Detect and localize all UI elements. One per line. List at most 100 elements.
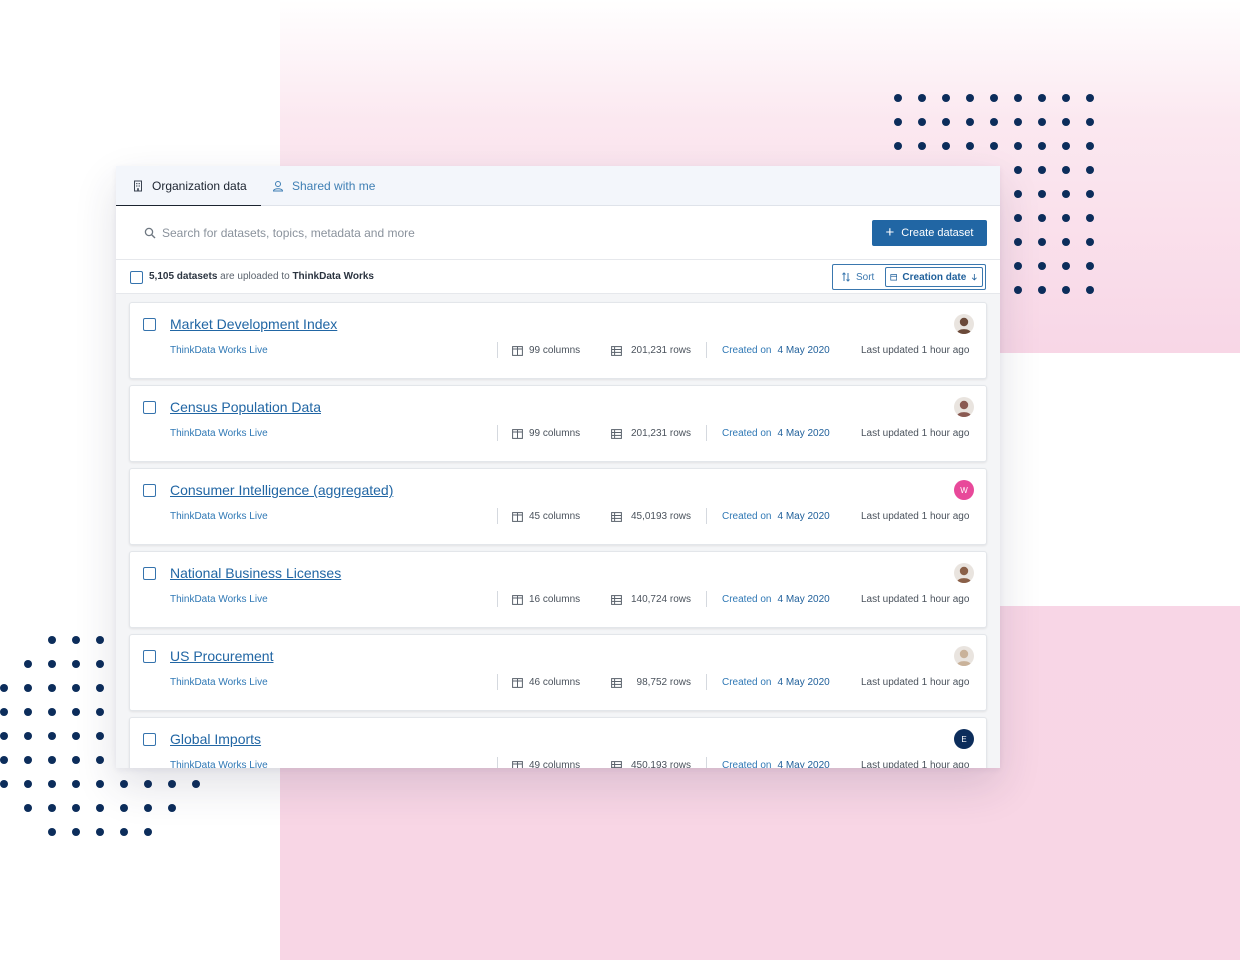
dot — [1062, 214, 1070, 222]
dot — [24, 660, 32, 668]
dataset-title-link[interactable]: Consumer Intelligence (aggregated) — [170, 482, 393, 498]
dot — [48, 756, 56, 764]
dot — [1062, 262, 1070, 270]
dot — [24, 804, 32, 812]
dataset-title-link[interactable]: Global Imports — [170, 731, 261, 747]
created-date: Created on 4 May 2020 — [722, 594, 830, 605]
dataset-title-link[interactable]: US Procurement — [170, 648, 273, 664]
sort-field-dropdown[interactable]: Creation date — [885, 267, 983, 287]
dataset-source-link[interactable]: ThinkData Works Live — [170, 594, 268, 605]
dot — [72, 804, 80, 812]
sort-label: Sort — [856, 271, 875, 283]
divider — [706, 425, 707, 441]
dataset-source-link[interactable]: ThinkData Works Live — [170, 677, 268, 688]
dot — [96, 708, 104, 716]
rows-count: 45,0193 rows — [611, 511, 691, 522]
created-label: Created on — [722, 760, 772, 768]
create-dataset-button[interactable]: + Create dataset — [872, 220, 987, 246]
dataset-title-link[interactable]: National Business Licenses — [170, 565, 341, 581]
dot — [918, 142, 926, 150]
dataset-card[interactable]: Census Population Data ThinkData Works L… — [129, 385, 987, 462]
dot — [1086, 118, 1094, 126]
dot — [918, 118, 926, 126]
rows-icon — [611, 511, 622, 522]
dot — [990, 142, 998, 150]
dataset-checkbox[interactable] — [143, 650, 156, 663]
dot — [168, 780, 176, 788]
dot — [1062, 118, 1070, 126]
dot — [0, 756, 8, 764]
dataset-source-link[interactable]: ThinkData Works Live — [170, 760, 268, 768]
dot — [1086, 166, 1094, 174]
dot — [72, 780, 80, 788]
dot — [144, 828, 152, 836]
avatar[interactable] — [954, 646, 974, 666]
dot — [1038, 286, 1046, 294]
dot — [96, 732, 104, 740]
created-label: Created on — [722, 345, 772, 356]
dataset-source-link[interactable]: ThinkData Works Live — [170, 345, 268, 356]
divider — [706, 757, 707, 768]
dataset-checkbox[interactable] — [143, 567, 156, 580]
tab-shared-with-me[interactable]: Shared with me — [272, 166, 375, 206]
dot — [990, 118, 998, 126]
dot — [24, 756, 32, 764]
user-icon — [272, 181, 284, 192]
columns-icon — [512, 345, 523, 356]
select-all-checkbox[interactable] — [130, 271, 143, 284]
dataset-checkbox[interactable] — [143, 318, 156, 331]
rows-count: 450,193 rows — [611, 760, 691, 768]
dot — [1038, 214, 1046, 222]
dataset-card[interactable]: Market Development Index ThinkData Works… — [129, 302, 987, 379]
dataset-card[interactable]: Global Imports ThinkData Works Live 49 c… — [129, 717, 987, 768]
columns-count: 99 columns — [512, 345, 580, 356]
dataset-source-link[interactable]: ThinkData Works Live — [170, 511, 268, 522]
dot — [1062, 190, 1070, 198]
search-input[interactable] — [162, 222, 762, 244]
dot — [894, 142, 902, 150]
avatar[interactable] — [954, 563, 974, 583]
dot — [144, 780, 152, 788]
created-date: Created on 4 May 2020 — [722, 760, 830, 768]
dataset-title-link[interactable]: Census Population Data — [170, 399, 321, 415]
dot — [1038, 238, 1046, 246]
dataset-title-link[interactable]: Market Development Index — [170, 316, 337, 332]
search-bar: + Create dataset — [116, 206, 1000, 260]
dot — [1086, 286, 1094, 294]
sort-button[interactable]: Sort — [833, 272, 885, 283]
rows-text: 201,231 rows — [630, 428, 691, 439]
last-updated-text: Last updated 1 hour ago — [861, 594, 970, 605]
dot — [120, 780, 128, 788]
dot — [48, 684, 56, 692]
dot — [1086, 142, 1094, 150]
avatar[interactable] — [954, 314, 974, 334]
dataset-card[interactable]: National Business Licenses ThinkData Wor… — [129, 551, 987, 628]
sort-control: Sort Creation date — [832, 264, 986, 290]
dataset-card[interactable]: Consumer Intelligence (aggregated) Think… — [129, 468, 987, 545]
avatar[interactable]: W — [954, 480, 974, 500]
dot — [72, 732, 80, 740]
dot — [48, 780, 56, 788]
created-date-value: 4 May 2020 — [777, 760, 830, 768]
created-date-value: 4 May 2020 — [777, 594, 830, 605]
dot — [1014, 214, 1022, 222]
columns-icon — [512, 760, 523, 768]
avatar[interactable]: E — [954, 729, 974, 749]
dataset-checkbox[interactable] — [143, 733, 156, 746]
tab-organization-data[interactable]: Organization data — [116, 166, 261, 207]
last-updated: Last updated 1 hour ago — [861, 428, 969, 439]
dot — [966, 94, 974, 102]
columns-count: 16 columns — [512, 594, 580, 605]
organization-name: ThinkData Works — [292, 271, 374, 282]
dot — [72, 828, 80, 836]
dataset-card[interactable]: US Procurement ThinkData Works Live 46 c… — [129, 634, 987, 711]
avatar[interactable] — [954, 397, 974, 417]
user-photo-icon — [956, 566, 972, 583]
dataset-source-link[interactable]: ThinkData Works Live — [170, 428, 268, 439]
dot — [24, 780, 32, 788]
dataset-count-text: 5,105 datasets are uploaded to ThinkData… — [149, 271, 374, 282]
dot — [942, 94, 950, 102]
dataset-checkbox[interactable] — [143, 401, 156, 414]
dataset-checkbox[interactable] — [143, 484, 156, 497]
dot — [1038, 118, 1046, 126]
